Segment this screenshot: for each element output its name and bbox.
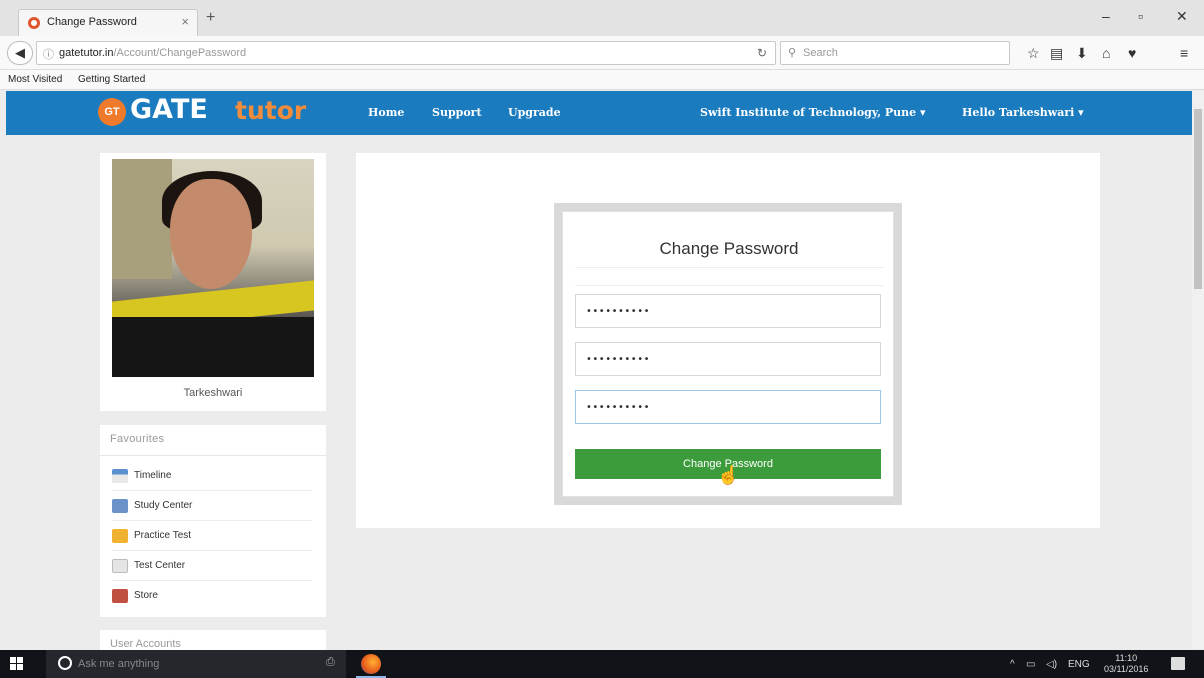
windows-logo-square bbox=[17, 664, 23, 670]
tray-chevron-icon[interactable]: ^ bbox=[1010, 659, 1015, 670]
clock-time: 11:10 bbox=[1115, 653, 1138, 663]
nav-home[interactable]: Home bbox=[368, 106, 404, 119]
hand-cursor-icon: ☝ bbox=[717, 465, 740, 485]
menu-icon[interactable]: ≡ bbox=[1180, 45, 1188, 61]
bookmark-star-icon[interactable]: ☆ bbox=[1027, 45, 1040, 62]
favourite-label: Timeline bbox=[134, 470, 172, 481]
institute-dropdown[interactable]: Swift Institute of Technology, Pune ▾ bbox=[700, 106, 926, 119]
browser-nav-bar: ◀ ⓘ gatetutor.in/Account/ChangePassword … bbox=[0, 36, 1204, 70]
site-header: GT GATE tutor Home Support Upgrade Swift… bbox=[6, 91, 1192, 135]
windows-logo-square bbox=[10, 664, 16, 670]
favourites-title: Favourites bbox=[110, 433, 165, 445]
scrollbar-thumb[interactable] bbox=[1194, 109, 1202, 289]
search-icon: ⚲ bbox=[788, 47, 797, 59]
logo-tutor-text: tutor bbox=[235, 96, 307, 125]
favourite-store[interactable]: Store bbox=[112, 581, 312, 611]
windows-start-icon[interactable] bbox=[10, 657, 24, 671]
cortana-placeholder: Ask me anything bbox=[78, 658, 160, 670]
nav-upgrade[interactable]: Upgrade bbox=[508, 106, 561, 119]
change-password-title: Change Password bbox=[659, 239, 799, 258]
new-password-field[interactable] bbox=[575, 342, 881, 376]
favourite-study-center[interactable]: Study Center bbox=[112, 491, 312, 521]
profile-card: Tarkeshwari bbox=[100, 153, 326, 411]
divider bbox=[100, 455, 326, 456]
windows-logo-square bbox=[10, 657, 16, 663]
page-scrollbar[interactable] bbox=[1192, 91, 1204, 649]
favourite-practice-test[interactable]: Practice Test bbox=[112, 521, 312, 551]
profile-photo[interactable] bbox=[112, 159, 314, 377]
timeline-icon bbox=[112, 469, 128, 483]
user-dropdown[interactable]: Hello Tarkeshwari ▾ bbox=[962, 106, 1084, 119]
tab-title: Change Password bbox=[47, 16, 137, 28]
language-indicator[interactable]: ENG bbox=[1068, 659, 1090, 670]
logo-badge: GT bbox=[98, 98, 126, 126]
favourites-panel: Favourites Timeline Study Center Practic… bbox=[100, 425, 326, 617]
practice-test-icon bbox=[112, 529, 128, 543]
change-password-form: Change Password Change Password bbox=[562, 211, 894, 497]
download-icon[interactable]: ⬇ bbox=[1076, 45, 1088, 62]
action-center-icon[interactable] bbox=[1171, 657, 1185, 670]
favourite-label: Test Center bbox=[134, 560, 186, 571]
new-tab-icon[interactable]: + bbox=[206, 9, 215, 27]
profile-name: Tarkeshwari bbox=[183, 387, 243, 399]
microphone-icon[interactable]: ⎙ bbox=[326, 656, 335, 669]
user-accounts-panel: User Accounts bbox=[100, 630, 326, 650]
bookmark-getting-started[interactable]: Getting Started bbox=[78, 74, 145, 85]
logo-gate-text: GATE bbox=[130, 94, 208, 125]
favourite-test-center[interactable]: Test Center bbox=[112, 551, 312, 581]
store-icon bbox=[112, 589, 128, 603]
favourite-label: Study Center bbox=[134, 500, 193, 511]
favourite-timeline[interactable]: Timeline bbox=[112, 461, 312, 491]
search-placeholder: Search bbox=[803, 47, 838, 59]
minimize-icon[interactable]: – bbox=[1102, 8, 1110, 24]
change-password-frame: Change Password Change Password bbox=[554, 203, 902, 505]
restore-icon[interactable]: ▫ bbox=[1138, 8, 1143, 24]
info-icon[interactable]: ⓘ bbox=[43, 46, 54, 62]
home-icon[interactable]: ⌂ bbox=[1102, 45, 1110, 61]
url-bar[interactable]: ⓘ gatetutor.in/Account/ChangePassword ↻ bbox=[36, 41, 776, 65]
bookmark-most-visited[interactable]: Most Visited bbox=[8, 74, 62, 85]
current-password-field[interactable] bbox=[575, 294, 881, 328]
clock-date: 03/11/2016 bbox=[1104, 664, 1149, 674]
divider bbox=[575, 285, 883, 286]
browser-tab-bar: Change Password × + – ▫ ✕ bbox=[0, 0, 1204, 36]
volume-icon[interactable]: ◁) bbox=[1046, 659, 1057, 670]
study-center-icon bbox=[112, 499, 128, 513]
photo-face bbox=[170, 179, 252, 289]
clock[interactable]: 11:10 03/11/2016 bbox=[1104, 653, 1148, 675]
user-accounts-title: User Accounts bbox=[110, 638, 181, 650]
favourite-label: Practice Test bbox=[134, 530, 192, 541]
bookmarks-bar: Most Visited Getting Started bbox=[0, 70, 1204, 90]
url-text: gatetutor.in/Account/ChangePassword bbox=[59, 47, 247, 59]
cortana-icon bbox=[58, 656, 72, 670]
reload-icon[interactable]: ↻ bbox=[757, 46, 767, 60]
window-close-icon[interactable]: ✕ bbox=[1176, 8, 1188, 25]
divider bbox=[575, 267, 883, 268]
browser-tab[interactable]: Change Password × bbox=[18, 9, 198, 36]
tab-close-icon[interactable]: × bbox=[181, 14, 189, 29]
site-favicon-icon bbox=[28, 17, 40, 29]
favourite-label: Store bbox=[134, 590, 158, 601]
confirm-password-field[interactable] bbox=[575, 390, 881, 424]
windows-taskbar: Ask me anything ⎙ ^ ▭ ◁) ENG 11:10 03/11… bbox=[0, 650, 1204, 678]
cortana-search-box[interactable]: Ask me anything ⎙ bbox=[46, 650, 346, 678]
network-icon[interactable]: ▭ bbox=[1026, 659, 1035, 670]
back-arrow-icon[interactable]: ◀ bbox=[7, 41, 33, 65]
photo-dress bbox=[112, 317, 314, 377]
reading-list-icon[interactable]: ▤ bbox=[1050, 45, 1063, 62]
windows-logo-square bbox=[17, 657, 23, 663]
nav-support[interactable]: Support bbox=[432, 106, 482, 119]
firefox-taskbar-icon[interactable] bbox=[361, 654, 381, 674]
test-center-icon bbox=[112, 559, 128, 573]
pocket-icon[interactable]: ♥ bbox=[1128, 45, 1136, 61]
browser-search-box[interactable]: ⚲ Search bbox=[780, 41, 1010, 65]
